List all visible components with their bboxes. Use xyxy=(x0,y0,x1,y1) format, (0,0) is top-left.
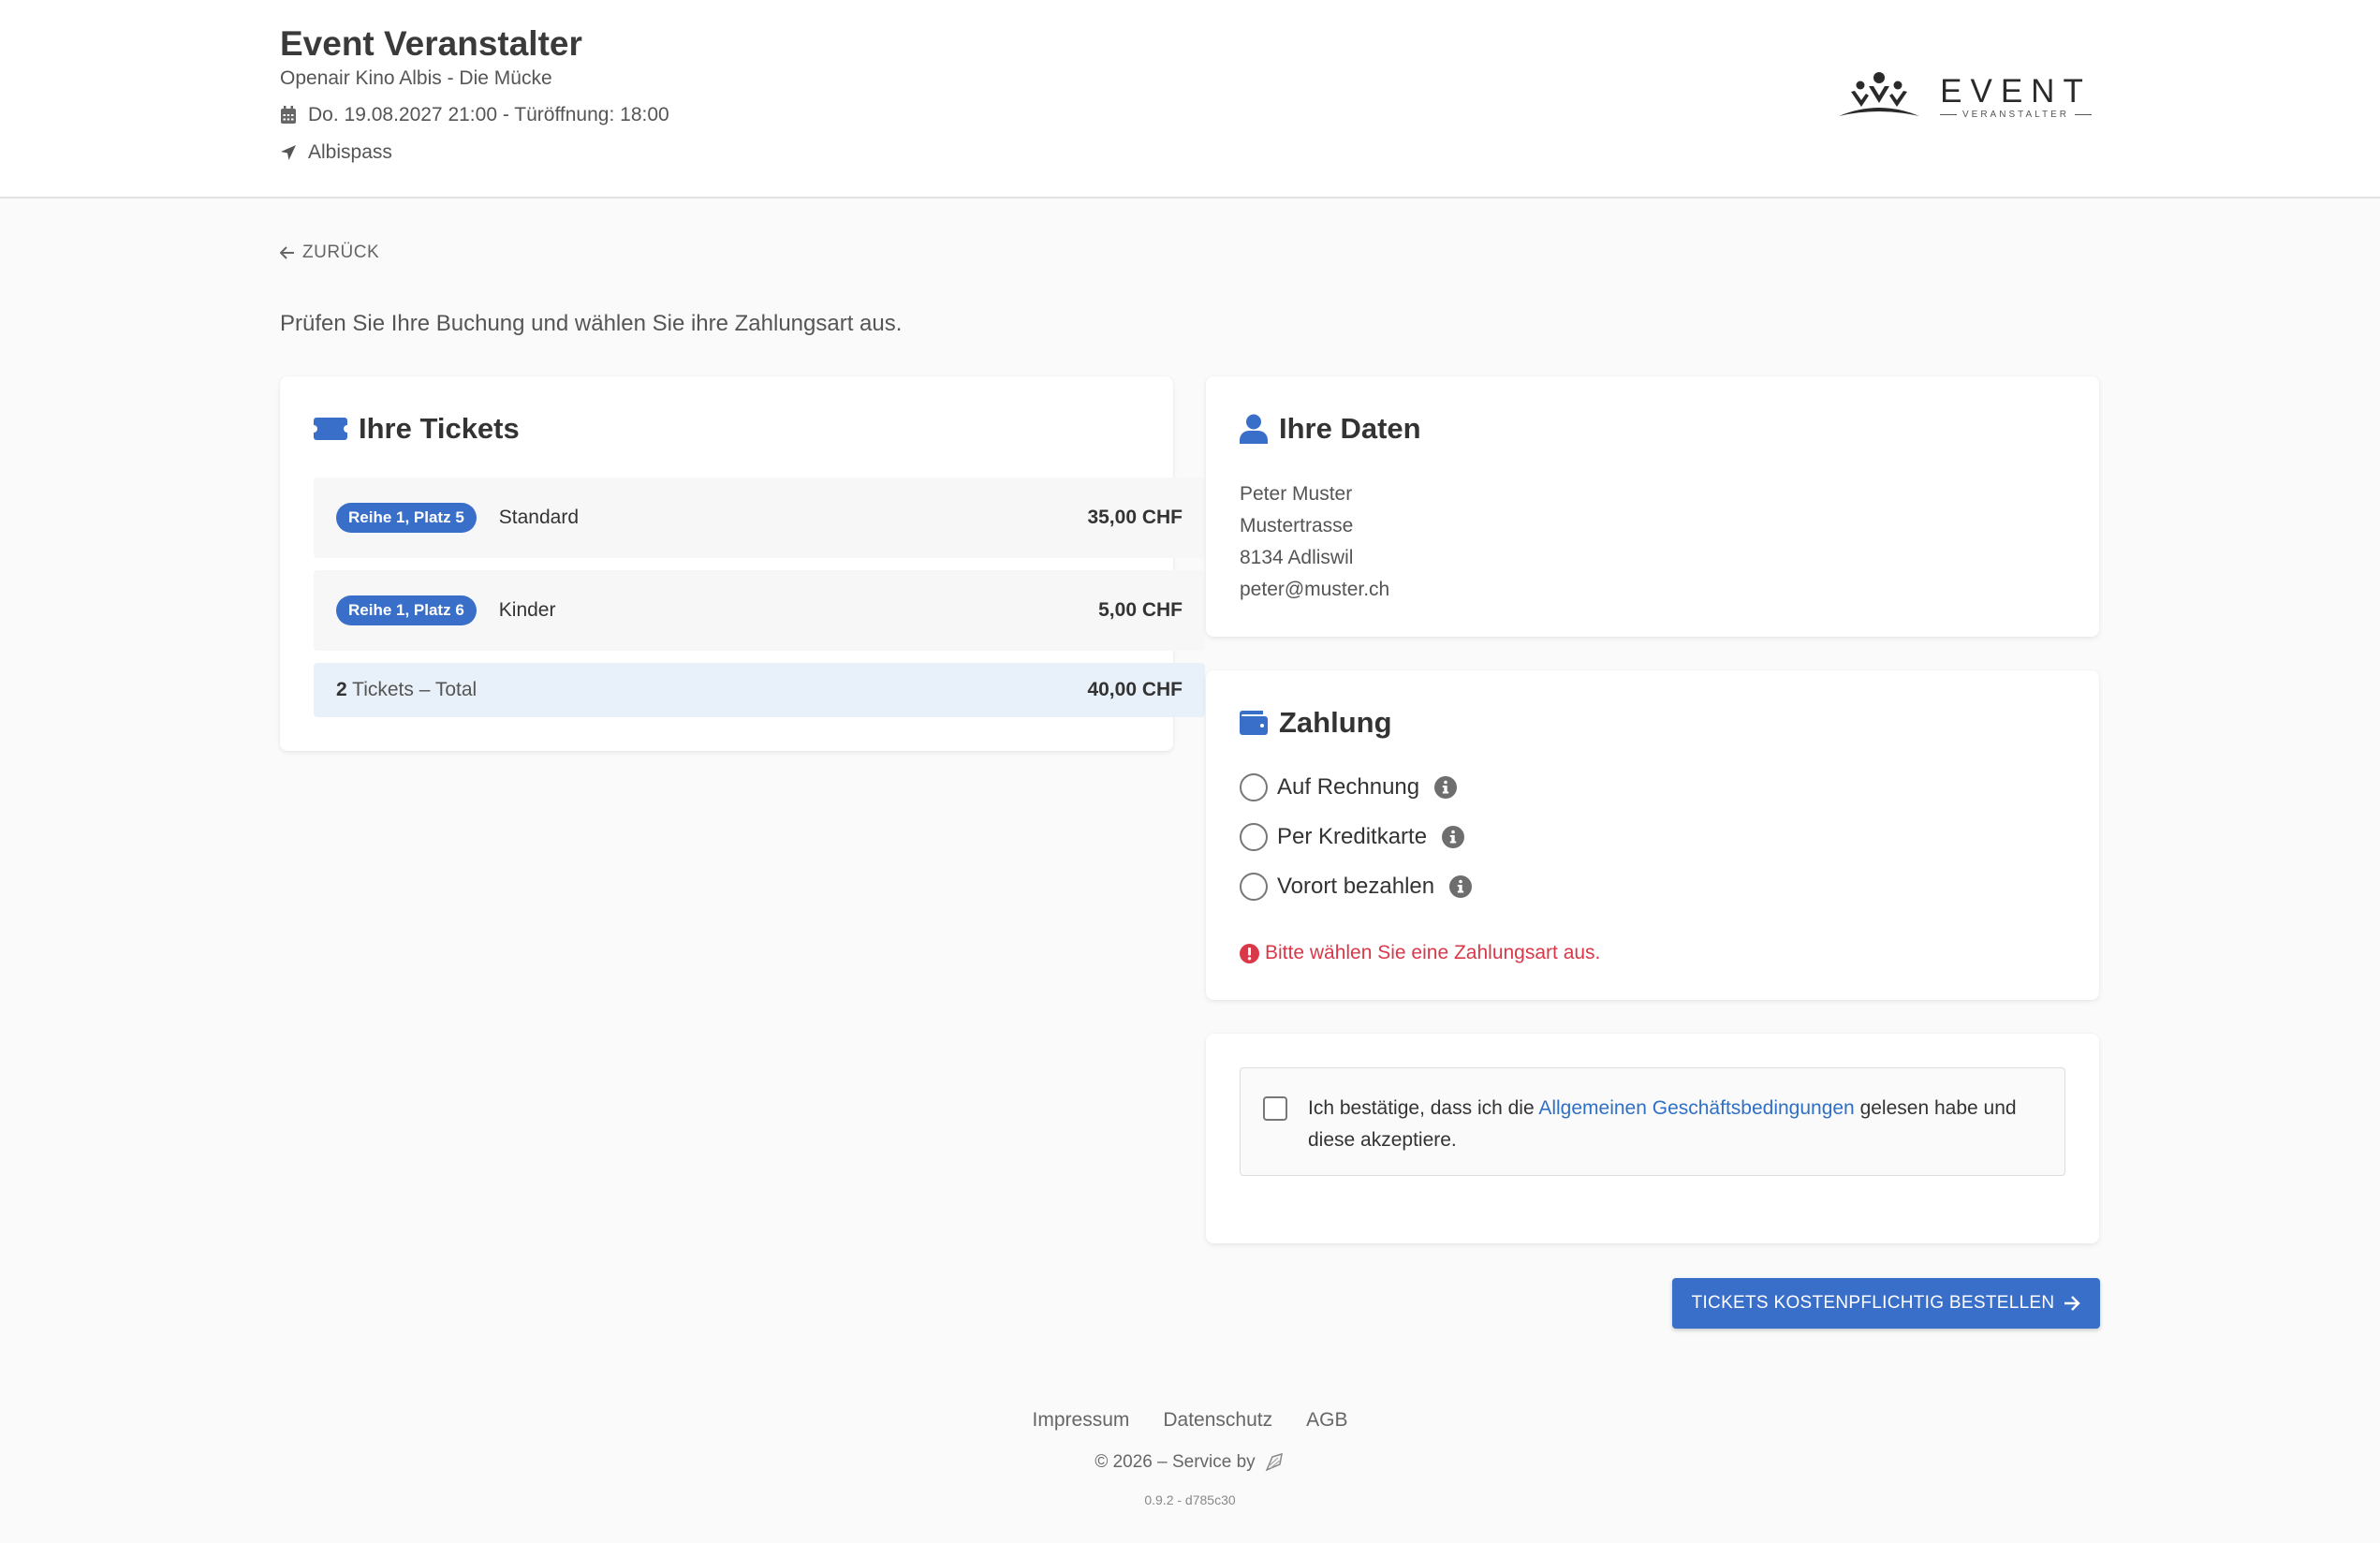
payment-title: Zahlung xyxy=(1240,706,1392,740)
customer-title: Ihre Daten xyxy=(1240,412,1421,446)
tickets-total-text: Tickets – Total xyxy=(352,679,477,700)
footer-link-agb[interactable]: AGB xyxy=(1306,1409,1347,1432)
tickets-card: Ihre Tickets Reihe 1, Platz 5 Standard 3… xyxy=(280,376,1205,751)
seat-badge: Reihe 1, Platz 6 xyxy=(336,595,477,625)
footer-link-datenschutz[interactable]: Datenschutz xyxy=(1163,1409,1272,1432)
arrow-left-icon xyxy=(280,246,294,259)
payment-option-creditcard[interactable]: Per Kreditkarte xyxy=(1240,823,1465,851)
tickets-count: 2 xyxy=(336,679,347,700)
customer-street: Mustertrasse xyxy=(1240,515,1354,536)
payment-title-text: Zahlung xyxy=(1279,706,1392,739)
back-link-label: ZURÜCK xyxy=(302,242,380,262)
ticket-price: 5,00 CHF xyxy=(1098,599,1183,621)
event-location: Albispass xyxy=(280,141,392,164)
payment-card: Zahlung Auf Rechnung Per Kreditkarte Vor… xyxy=(1206,670,2099,1000)
ticket-icon xyxy=(314,418,347,440)
footer-link-impressum[interactable]: Impressum xyxy=(1033,1409,1130,1432)
brand-logo: EVENT VERANSTALTER xyxy=(1835,71,2097,122)
customer-city: 8134 Adliswil xyxy=(1240,547,1354,568)
tickets-title: Ihre Tickets xyxy=(314,412,520,446)
logo-wordmark: EVENT VERANSTALTER xyxy=(1934,72,2097,120)
radio-creditcard[interactable] xyxy=(1240,823,1268,851)
organizer-title: Event Veranstalter xyxy=(280,24,582,63)
payment-error: Bitte wählen Sie eine Zahlungsart aus. xyxy=(1240,942,1600,964)
user-icon xyxy=(1240,414,1268,444)
agb-checkbox[interactable] xyxy=(1263,1096,1287,1121)
logo-main-text: EVENT xyxy=(1940,72,2092,110)
agb-text-before: Ich bestätige, dass ich die xyxy=(1308,1097,1539,1119)
tickets-total-label: 2 Tickets – Total xyxy=(336,679,477,701)
payment-error-text: Bitte wählen Sie eine Zahlungsart aus. xyxy=(1265,942,1601,963)
ticket-row: Reihe 1, Platz 5 Standard 35,00 CHF xyxy=(314,478,1205,558)
info-icon[interactable] xyxy=(1442,826,1465,848)
calendar-icon xyxy=(281,106,296,124)
page-header: Event Veranstalter Openair Kino Albis - … xyxy=(0,0,2380,198)
ticket-price: 35,00 CHF xyxy=(1087,507,1183,528)
seat-badge: Reihe 1, Platz 5 xyxy=(336,503,477,533)
order-tickets-button[interactable]: TICKETS KOSTENPFLICHTIG BESTELLEN xyxy=(1672,1278,2100,1329)
service-provider-logo-icon[interactable] xyxy=(1263,1451,1285,1474)
intro-text: Prüfen Sie Ihre Buchung und wählen Sie i… xyxy=(280,311,903,336)
footer-copyright-text: © 2026 – Service by xyxy=(1095,1452,1256,1472)
customer-name: Peter Muster xyxy=(1240,483,1353,505)
ticket-row: Reihe 1, Platz 6 Kinder 5,00 CHF xyxy=(314,570,1205,651)
payment-option-label: Auf Rechnung xyxy=(1277,774,1420,800)
tickets-total-row: 2 Tickets – Total 40,00 CHF xyxy=(314,663,1205,717)
arrow-right-icon xyxy=(2064,1296,2081,1311)
payment-option-invoice[interactable]: Auf Rechnung xyxy=(1240,773,1458,801)
tickets-total-price: 40,00 CHF xyxy=(1087,679,1183,700)
payment-option-onsite[interactable]: Vorort bezahlen xyxy=(1240,873,1473,901)
ticket-type: Standard xyxy=(498,507,580,528)
info-icon[interactable] xyxy=(1434,776,1458,799)
agb-card: Ich bestätige, dass ich die Allgemeinen … xyxy=(1206,1034,2099,1243)
event-name: Openair Kino Albis - Die Mücke xyxy=(280,67,552,89)
footer-version: 0.9.2 - d785c30 xyxy=(1144,1492,1236,1507)
payment-option-label: Per Kreditkarte xyxy=(1277,824,1428,849)
logo-people-icon xyxy=(1839,72,1919,116)
agb-box: Ich bestätige, dass ich die Allgemeinen … xyxy=(1240,1067,2065,1176)
payment-option-label: Vorort bezahlen xyxy=(1277,874,1435,899)
footer-copyright: © 2026 – Service by xyxy=(0,1451,2380,1474)
back-link[interactable]: ZURÜCK xyxy=(280,242,379,263)
event-date-text: Do. 19.08.2027 21:00 - Türöffnung: 18:00 xyxy=(308,104,669,125)
error-icon xyxy=(1240,943,1259,963)
footer-links: Impressum Datenschutz AGB xyxy=(0,1409,2380,1432)
location-arrow-icon xyxy=(281,145,296,160)
customer-title-text: Ihre Daten xyxy=(1279,412,1421,445)
wallet-icon xyxy=(1240,711,1268,735)
radio-invoice[interactable] xyxy=(1240,773,1268,801)
customer-card: Ihre Daten Peter Muster Mustertrasse 813… xyxy=(1206,376,2099,637)
ticket-type: Kinder xyxy=(498,599,556,621)
customer-email: peter@muster.ch xyxy=(1240,579,1390,600)
radio-onsite[interactable] xyxy=(1240,873,1268,901)
event-date: Do. 19.08.2027 21:00 - Türöffnung: 18:00 xyxy=(280,104,669,126)
agb-text: Ich bestätige, dass ich die Allgemeinen … xyxy=(1308,1093,2048,1156)
agb-link[interactable]: Allgemeinen Geschäftsbedingungen xyxy=(1538,1097,1854,1119)
info-icon[interactable] xyxy=(1449,875,1473,898)
logo-small-text: VERANSTALTER xyxy=(1934,110,2097,120)
tickets-title-text: Ihre Tickets xyxy=(359,412,520,445)
order-button-label: TICKETS KOSTENPFLICHTIG BESTELLEN xyxy=(1691,1293,2055,1313)
event-location-text: Albispass xyxy=(308,141,392,163)
